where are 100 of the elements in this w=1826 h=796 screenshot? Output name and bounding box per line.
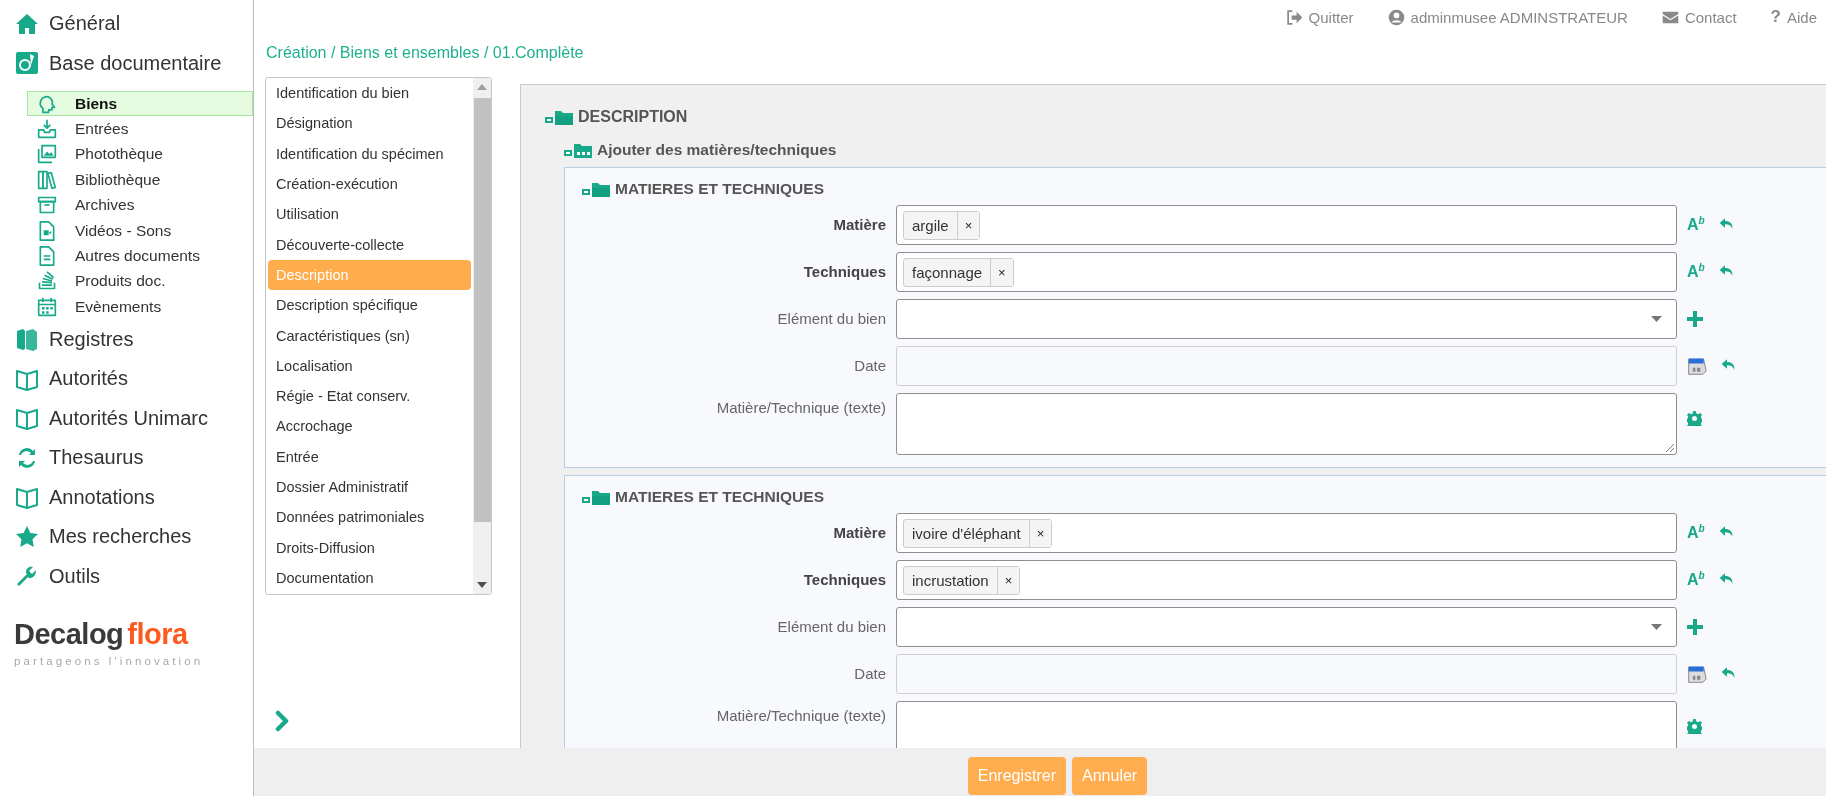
dropdown-caret-icon: [1651, 316, 1662, 322]
dropdown-field[interactable]: [896, 299, 1677, 339]
star-icon: [15, 524, 39, 549]
remove-tag-button[interactable]: ×: [996, 566, 1020, 594]
sidebar-subitem[interactable]: Autres documents: [27, 243, 253, 269]
header-link[interactable]: Quitter: [1285, 8, 1354, 26]
field-label: Matière/Technique (texte): [715, 706, 886, 726]
sidebar-item[interactable]: Outils: [0, 556, 253, 596]
text-area[interactable]: [896, 393, 1677, 455]
field-label: Elément du bien: [776, 617, 886, 637]
text-area[interactable]: [896, 701, 1677, 748]
date-field[interactable]: [896, 346, 1677, 386]
sidebar-item[interactable]: Base documentaire: [0, 43, 253, 83]
field-label: Date: [853, 356, 886, 376]
section-item[interactable]: Entrée: [268, 441, 471, 472]
field-label: Matière: [832, 215, 886, 235]
video-file-icon: [37, 220, 57, 241]
remove-tag-button[interactable]: ×: [1028, 519, 1052, 547]
document-base-icon: [15, 51, 39, 76]
gear-icon[interactable]: [1687, 410, 1702, 426]
date-field[interactable]: [896, 654, 1677, 694]
scrollbar[interactable]: [473, 78, 491, 594]
wrench-icon: [15, 564, 39, 589]
stack-icon: [37, 271, 57, 292]
header-link[interactable]: Contact: [1661, 8, 1737, 26]
sidebar-item[interactable]: Thesaurus: [0, 438, 253, 478]
sidebar-item[interactable]: Registres: [0, 319, 253, 359]
field-label: Matière/Technique (texte): [715, 398, 886, 418]
tag-input-field[interactable]: façonnage ×: [896, 252, 1677, 292]
group-title: MATIERES ET TECHNIQUES: [615, 488, 824, 506]
section-item[interactable]: Utilisation: [268, 199, 471, 230]
plus-icon[interactable]: [1687, 619, 1703, 635]
tag-label: façonnage: [911, 262, 984, 283]
field-label: Techniques: [802, 570, 886, 590]
section-item[interactable]: Droits-Diffusion: [268, 532, 471, 563]
folder-collapse-icon: [564, 141, 593, 159]
sidebar-item[interactable]: Autorités Unimarc: [0, 398, 253, 438]
section-item[interactable]: Désignation: [268, 108, 471, 139]
sidebar-subitem[interactable]: Biens: [27, 91, 253, 117]
logo-tagline: partageons l'innovation: [14, 655, 204, 667]
gear-icon[interactable]: [1687, 718, 1702, 734]
section-item[interactable]: Identification du bien: [268, 78, 471, 109]
scrollbar-thumb[interactable]: [473, 98, 491, 522]
folder-collapse-icon: [582, 488, 611, 506]
section-item[interactable]: Documentation: [268, 562, 471, 594]
field-label: Date: [853, 664, 886, 684]
sidebar-subitem[interactable]: Vidéos - Sons: [27, 217, 253, 244]
resize-grip-icon: [1664, 442, 1674, 452]
sidebar-subitem[interactable]: Evènements: [27, 294, 253, 320]
field-label: Techniques: [802, 262, 886, 282]
calendar-icon[interactable]: [1687, 664, 1707, 684]
user-icon: [1387, 8, 1405, 26]
sidebar-item[interactable]: Autorités: [0, 359, 253, 399]
header-link[interactable]: adminmusee ADMINSTRATEUR: [1387, 8, 1628, 26]
tag-input-field[interactable]: incrustation ×: [896, 560, 1677, 600]
head-icon: [37, 93, 57, 114]
field-label: Elément du bien: [776, 309, 886, 329]
field-label: Matière: [832, 523, 886, 543]
section-item[interactable]: Dossier Administratif: [268, 471, 471, 503]
tag-input-field[interactable]: ivoire d'éléphant ×: [896, 513, 1677, 553]
section-item[interactable]: Identification du spécimen: [268, 138, 471, 169]
tag-label: ivoire d'éléphant: [911, 523, 1022, 544]
archive-box-icon: [37, 195, 57, 216]
section-item[interactable]: Caractéristiques (sn): [268, 320, 471, 351]
section-item[interactable]: Données patrimoniales: [268, 502, 471, 533]
home-icon: [15, 11, 39, 36]
remove-tag-button[interactable]: ×: [990, 258, 1013, 286]
section-item[interactable]: Création-exécution: [268, 168, 471, 200]
sidebar-item[interactable]: Annotations: [0, 477, 253, 517]
scroll-down-arrow-icon: [477, 582, 487, 588]
scroll-up-arrow-icon: [477, 84, 487, 90]
books-icon: [37, 169, 57, 190]
section-item[interactable]: Localisation: [268, 350, 471, 381]
section-item[interactable]: Découverte-collecte: [268, 229, 471, 260]
header-link[interactable]: ? Aide: [1770, 7, 1817, 27]
breadcrumb: Création / Biens et ensembles / 01.Complète: [265, 43, 585, 63]
section-item[interactable]: Régie - Etat conserv.: [268, 380, 471, 412]
sidebar-subitem[interactable]: Photothèque: [27, 141, 253, 168]
sidebar-subitem[interactable]: Produits doc.: [27, 268, 253, 295]
calendar-icon: [37, 296, 57, 317]
sidebar-item[interactable]: Général: [0, 4, 253, 44]
calendar-icon[interactable]: [1687, 356, 1707, 376]
sidebar-subitem[interactable]: Archives: [27, 192, 253, 218]
section-item[interactable]: Accrochage: [268, 411, 471, 442]
sidebar-item[interactable]: Mes recherches: [0, 517, 253, 557]
open-book-icon: [15, 485, 39, 510]
plus-icon[interactable]: [1687, 311, 1703, 327]
inbox-icon: [37, 119, 57, 140]
tag-input-field[interactable]: argile ×: [896, 205, 1677, 245]
subsection-title: Ajouter des matières/techniques: [597, 141, 837, 159]
dropdown-field[interactable]: [896, 607, 1677, 647]
section-item[interactable]: Description spécifique: [268, 290, 471, 321]
sidebar-subitem[interactable]: Entrées: [27, 116, 253, 142]
tag-label: argile: [911, 215, 950, 236]
chevron-right-icon: [275, 710, 289, 732]
tag-label: incrustation: [911, 570, 990, 591]
folder-collapse-icon: [582, 180, 611, 198]
remove-tag-button[interactable]: ×: [956, 211, 980, 239]
open-book-icon: [15, 406, 39, 431]
sidebar-subitem[interactable]: Bibliothèque: [27, 167, 253, 193]
